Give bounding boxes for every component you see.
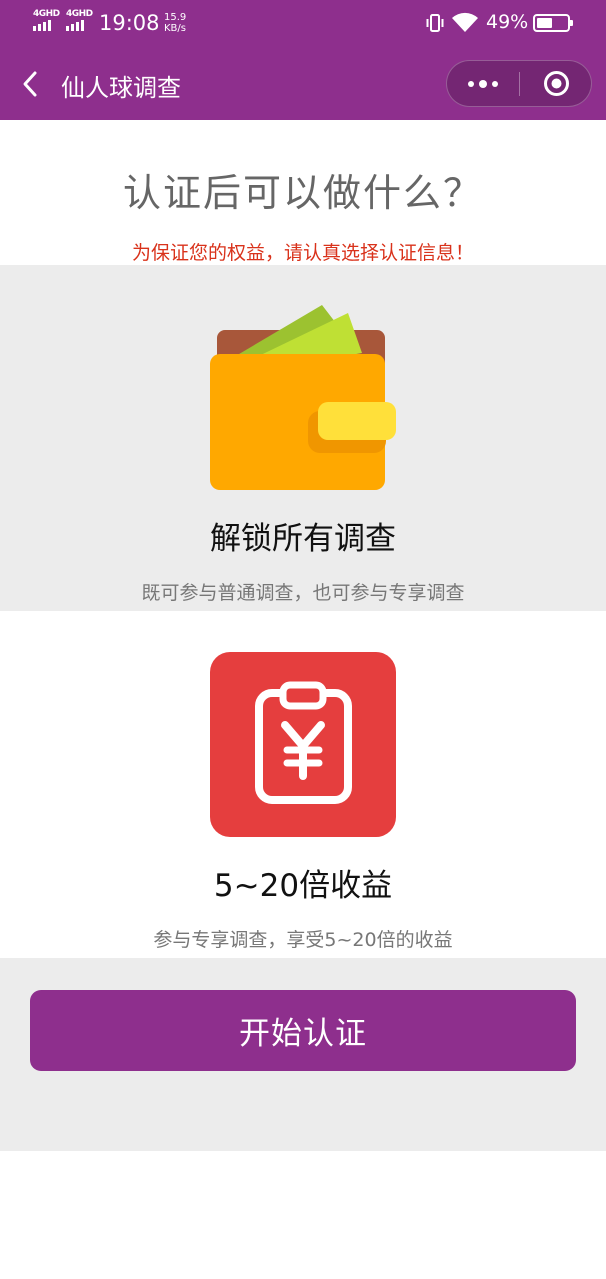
status-bar: 4GHD 4GHD 19:08 15.9 KB/s 49% [0, 0, 606, 48]
wifi-icon [452, 12, 478, 32]
cta-section: 开始认证 [0, 958, 606, 1151]
header-section: 认证后可以做什么？ 为保证您的权益，请认真选择认证信息！ [0, 120, 606, 265]
battery-percent: 49% [486, 11, 529, 33]
feature-description: 既可参与普通调查，也可参与专享调查 [141, 582, 465, 604]
nav-title: 仙人球调查 [61, 74, 181, 102]
vibrate-icon [426, 14, 444, 32]
mini-program-capsule [446, 60, 592, 107]
back-icon[interactable] [20, 70, 40, 98]
net-speed: 15.9 KB/s [164, 12, 186, 34]
feature-unlock-surveys: 解锁所有调查 既可参与普通调查，也可参与专享调查 [0, 265, 606, 611]
signal-label: 4GHD [66, 9, 93, 19]
feature-description: 参与专享调查，享受5~20倍的收益 [153, 929, 453, 951]
signal-label: 4GHD [33, 9, 60, 19]
close-icon[interactable] [543, 70, 570, 97]
nav-bar: 仙人球调查 [0, 48, 606, 120]
net-speed-unit: KB/s [164, 23, 186, 34]
page-title: 认证后可以做什么？ [122, 171, 483, 215]
net-speed-value: 15.9 [164, 12, 187, 23]
start-verification-button[interactable]: 开始认证 [30, 990, 576, 1071]
capsule-divider [519, 72, 520, 96]
feature-title: 5~20倍收益 [213, 868, 393, 904]
more-icon[interactable] [463, 61, 503, 106]
signal-icon: 4GHD [66, 10, 93, 31]
feature-title: 解锁所有调查 [210, 521, 396, 557]
clipboard-yen-icon [210, 652, 396, 837]
feature-bonus-earnings: 5~20倍收益 参与专享调查，享受5~20倍的收益 [0, 611, 606, 958]
notice-text: 为保证您的权益，请认真选择认证信息！ [131, 242, 474, 264]
status-time: 19:08 [99, 11, 160, 35]
footer-blank [0, 1151, 606, 1279]
battery-icon [533, 14, 573, 32]
wallet-icon [210, 305, 396, 490]
signal-icon: 4GHD [33, 10, 60, 31]
